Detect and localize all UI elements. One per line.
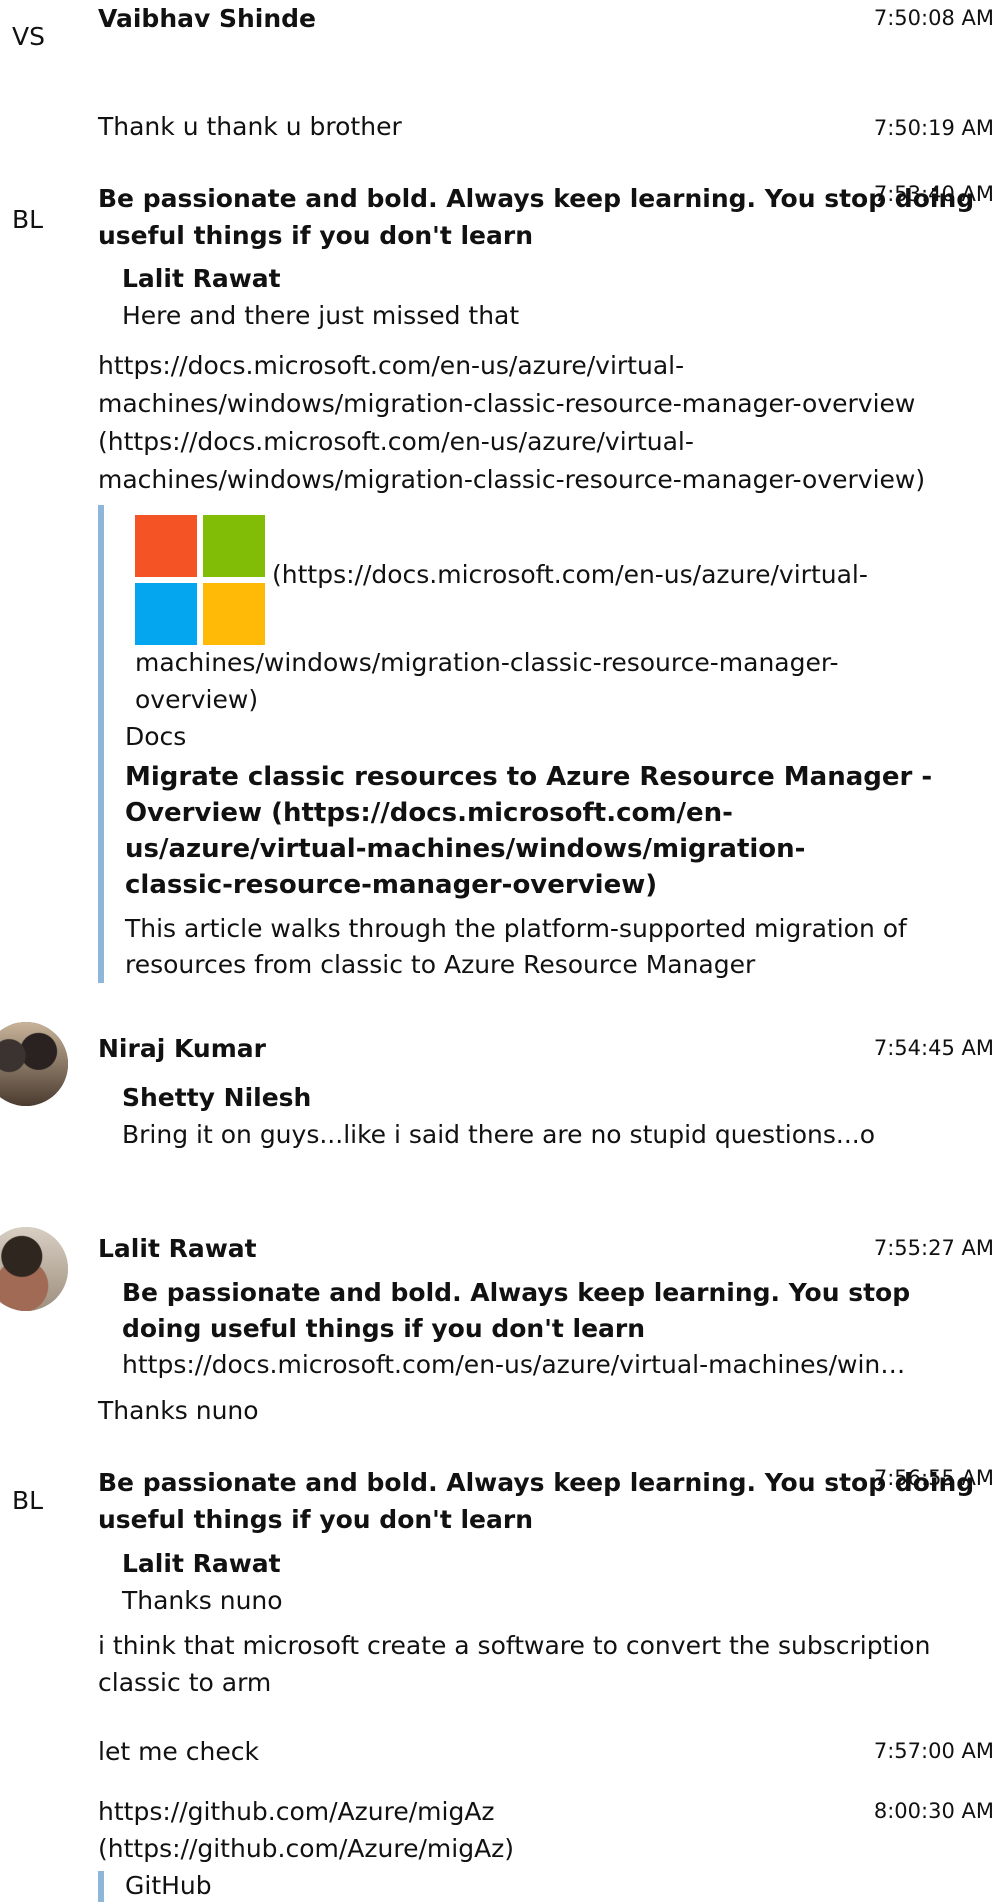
message-timestamp: 7:54:45 AM bbox=[873, 1036, 994, 1060]
preview-description-line: resources from classic to Azure Resource… bbox=[125, 950, 756, 979]
message-timestamp: 7:50:19 AM bbox=[873, 116, 994, 140]
link-line: machines/windows/migration-classic-resou… bbox=[98, 389, 916, 418]
preview-title-line: us/azure/virtual-machines/windows/migrat… bbox=[125, 834, 806, 864]
sender-name[interactable]: Be passionate and bold. Always keep lear… bbox=[98, 1464, 974, 1538]
avatar[interactable] bbox=[0, 1022, 68, 1106]
sender-name-line: Be passionate and bold. Always keep lear… bbox=[98, 1468, 975, 1497]
quoted-text: Thanks nuno bbox=[122, 1586, 283, 1615]
message-timestamp: 7:56:55 AM bbox=[873, 1466, 994, 1490]
message-link[interactable]: https://docs.microsoft.com/en-us/azure/v… bbox=[98, 347, 925, 499]
message-text: Thank u thank u brother bbox=[98, 112, 402, 141]
quoted-sender-name: Be passionate and bold. Always keep lear… bbox=[122, 1275, 910, 1347]
message-text-line: i think that microsoft create a software… bbox=[98, 1631, 931, 1660]
preview-image-link[interactable]: (https://docs.microsoft.com/en-us/azure/… bbox=[272, 560, 868, 589]
link-line: overview) bbox=[135, 685, 259, 714]
avatar[interactable] bbox=[0, 1227, 68, 1311]
message-link[interactable]: https://github.com/Azure/migAz (https://… bbox=[98, 1793, 514, 1867]
message-timestamp: 7:50:08 AM bbox=[873, 6, 994, 30]
avatar-initials: BL bbox=[12, 205, 44, 234]
message-text: Thanks nuno bbox=[98, 1396, 259, 1425]
quoted-sender-name: Lalit Rawat bbox=[122, 1549, 281, 1578]
message-timestamp: 7:55:27 AM bbox=[873, 1236, 994, 1260]
quoted-text: Here and there just missed that bbox=[122, 301, 520, 330]
sender-name[interactable]: Lalit Rawat bbox=[98, 1234, 257, 1263]
message-timestamp: 7:53:40 AM bbox=[873, 182, 994, 206]
preview-site-name: Docs bbox=[125, 722, 187, 751]
microsoft-logo-icon[interactable] bbox=[135, 515, 265, 645]
message-timestamp: 7:57:00 AM bbox=[873, 1739, 994, 1763]
preview-title[interactable]: Migrate classic resources to Azure Resou… bbox=[125, 759, 932, 903]
link-line: https://docs.microsoft.com/en-us/azure/v… bbox=[98, 351, 685, 380]
link-line: machines/windows/migration-classic-resou… bbox=[98, 465, 926, 494]
quoted-sender-name: Shetty Nilesh bbox=[122, 1083, 312, 1112]
message-text-line: classic to arm bbox=[98, 1668, 272, 1697]
preview-title-line: Overview (https://docs.microsoft.com/en- bbox=[125, 798, 733, 828]
link-preview-bar bbox=[98, 505, 104, 983]
user-photo bbox=[0, 1227, 68, 1311]
sender-name[interactable]: Be passionate and bold. Always keep lear… bbox=[98, 180, 974, 254]
link-preview-bar bbox=[98, 1871, 104, 1902]
avatar-initials: BL bbox=[12, 1486, 44, 1515]
sender-name[interactable]: Vaibhav Shinde bbox=[98, 4, 316, 33]
sender-name[interactable]: Niraj Kumar bbox=[98, 1034, 266, 1063]
preview-description-line: This article walks through the platform-… bbox=[125, 914, 907, 943]
quoted-sender-name: Lalit Rawat bbox=[122, 264, 281, 293]
preview-title-line: classic-resource-manager-overview) bbox=[125, 870, 658, 900]
link-line: machines/windows/migration-classic-resou… bbox=[135, 648, 839, 677]
message-timestamp: 8:00:30 AM bbox=[873, 1799, 994, 1823]
message-text: let me check bbox=[98, 1737, 259, 1766]
sender-name-line: Be passionate and bold. Always keep lear… bbox=[98, 184, 975, 213]
quoted-sender-line: doing useful things if you don't learn bbox=[122, 1314, 646, 1343]
sender-name-line: useful things if you don't learn bbox=[98, 1505, 533, 1534]
link-line: https://github.com/Azure/migAz bbox=[98, 1797, 495, 1826]
sender-name-line: useful things if you don't learn bbox=[98, 221, 533, 250]
quoted-sender-line: Be passionate and bold. Always keep lear… bbox=[122, 1278, 911, 1307]
preview-description: This article walks through the platform-… bbox=[125, 911, 907, 983]
link-line: (https://github.com/Azure/migAz) bbox=[98, 1834, 515, 1863]
preview-image-link-continued[interactable]: machines/windows/migration-classic-resou… bbox=[135, 644, 839, 718]
preview-title-line: Migrate classic resources to Azure Resou… bbox=[125, 762, 933, 792]
message-text: i think that microsoft create a software… bbox=[98, 1627, 930, 1701]
avatar-initials: VS bbox=[12, 22, 45, 51]
user-photo bbox=[0, 1022, 68, 1106]
link-line: (https://docs.microsoft.com/en-us/azure/… bbox=[98, 427, 694, 456]
quoted-text: https://docs.microsoft.com/en-us/azure/v… bbox=[122, 1350, 906, 1379]
preview-site-name: GitHub bbox=[125, 1871, 212, 1900]
quoted-text: Bring it on guys...like i said there are… bbox=[122, 1120, 876, 1149]
